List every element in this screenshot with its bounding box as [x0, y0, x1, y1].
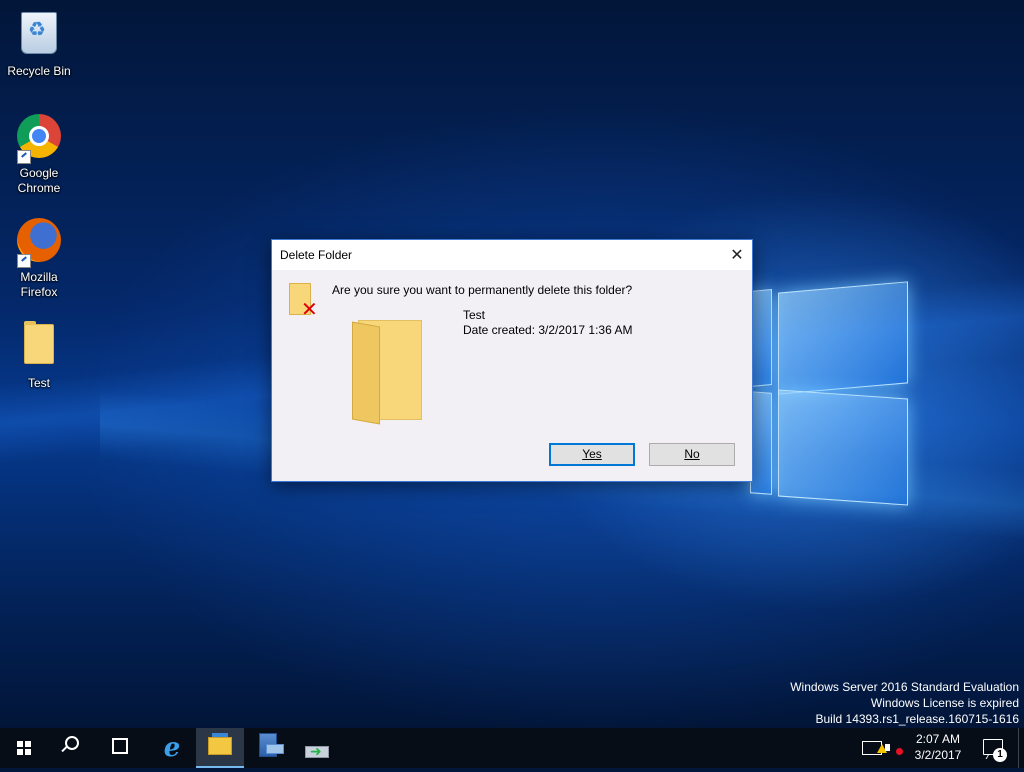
desktop-icon-mozilla-firefox[interactable]: Mozilla Firefox — [1, 216, 77, 300]
search-button[interactable] — [48, 728, 96, 768]
item-name: Test — [463, 308, 486, 322]
clock[interactable]: 2:07 AM 3/2/2017 — [908, 731, 968, 763]
close-button[interactable]: ✕ — [722, 240, 752, 270]
desktop-icon-label: Mozilla Firefox — [20, 270, 58, 299]
shortcut-arrow-icon — [17, 150, 31, 164]
chrome-icon — [15, 114, 63, 164]
show-desktop-button[interactable] — [1018, 728, 1024, 768]
delete-warning-icon: ✕ — [289, 283, 318, 319]
taskbar-powershell[interactable] — [292, 728, 340, 772]
delete-folder-dialog: Delete Folder ✕ ✕ Are you sure you want … — [271, 239, 753, 482]
desktop-icon-label: Google Chrome — [17, 166, 61, 195]
no-button-label: No — [684, 447, 700, 461]
clock-time: 2:07 AM — [915, 732, 961, 746]
folder-preview-icon — [352, 318, 424, 425]
taskbar-server-manager[interactable] — [244, 728, 292, 768]
no-button[interactable]: No — [649, 443, 735, 466]
powershell-icon — [305, 732, 329, 772]
firefox-icon — [15, 218, 63, 268]
watermark-build: Build 14393.rs1_release.160715-1616 — [815, 712, 1020, 726]
folder-icon — [15, 321, 63, 372]
notification-count-badge: 1 — [993, 748, 1007, 762]
item-date-created: Date created: 3/2/2017 1:36 AM — [463, 323, 633, 337]
search-icon — [65, 736, 79, 750]
confirm-question: Are you sure you want to permanently del… — [332, 283, 633, 297]
start-button[interactable] — [0, 728, 48, 768]
taskbar-internet-explorer[interactable]: e — [148, 728, 196, 768]
yes-button-label: Yes — [582, 447, 602, 461]
desktop-icon-label: Test — [27, 376, 50, 390]
dialog-titlebar[interactable]: Delete Folder ✕ — [272, 240, 752, 270]
start-icon — [17, 741, 31, 755]
taskbar-file-explorer[interactable] — [196, 728, 244, 768]
shortcut-arrow-icon — [17, 254, 31, 268]
volume-muted-icon[interactable] — [885, 739, 905, 757]
server-manager-icon — [259, 733, 284, 757]
clock-date: 3/2/2017 — [914, 748, 962, 762]
taskbar: e 2:07 AM 3/2/2017 1 — [0, 728, 1024, 772]
desktop-icon-google-chrome[interactable]: Google Chrome — [1, 112, 77, 196]
watermark-edition: Windows Server 2016 Standard Evaluation — [790, 680, 1019, 694]
desktop-icon-label: Recycle Bin — [7, 64, 71, 78]
desktop-icon-test-folder[interactable]: Test — [1, 318, 77, 391]
watermark-license: Windows License is expired — [870, 696, 1019, 710]
task-view-button[interactable] — [96, 728, 144, 768]
file-explorer-icon — [208, 733, 232, 755]
internet-explorer-icon: e — [163, 733, 181, 763]
recycle-bin-icon — [15, 12, 63, 60]
task-view-icon — [112, 738, 128, 754]
network-warning-icon[interactable] — [862, 741, 887, 755]
wallpaper-windows-logo — [748, 262, 918, 512]
edition-watermark: Windows Server 2016 Standard Evaluation … — [790, 679, 1019, 727]
desktop-icon-recycle-bin[interactable]: Recycle Bin — [1, 8, 77, 79]
dialog-title: Delete Folder — [280, 248, 353, 262]
yes-button[interactable]: Yes — [549, 443, 635, 466]
